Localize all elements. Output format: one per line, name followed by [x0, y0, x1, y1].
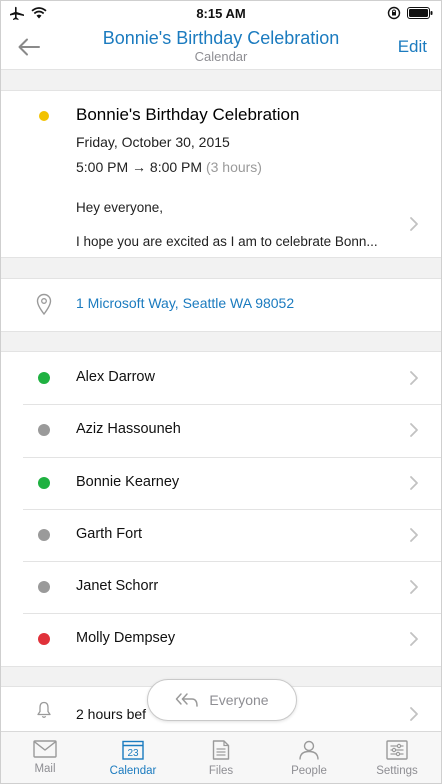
chevron-right-icon	[410, 423, 418, 438]
attendee-row[interactable]: Janet Schorr	[1, 561, 441, 614]
mail-icon	[33, 740, 57, 758]
attendee-row[interactable]: Bonnie Kearney	[1, 456, 441, 509]
airplane-mode-icon	[10, 6, 24, 20]
status-left	[9, 6, 47, 20]
event-body-greeting: Hey everyone,	[76, 200, 164, 215]
attendee-name: Garth Fort	[76, 525, 143, 542]
response-status-dot	[38, 476, 50, 489]
status-time: 8:15 AM	[196, 5, 246, 21]
location-row[interactable]: 1 Microsoft Way, Seattle WA 98052	[1, 279, 441, 331]
attendee-name: Bonnie Kearney	[76, 473, 180, 490]
status-right	[387, 6, 433, 20]
event-time: 5:00 PM → 8:00 PM (3 hours)	[76, 159, 262, 175]
tab-label: Calendar	[109, 765, 157, 777]
bell-icon	[37, 701, 51, 718]
battery-icon	[407, 7, 433, 19]
attendee-row[interactable]: Molly Dempsey	[1, 613, 441, 666]
reply-all-icon	[176, 693, 199, 707]
status-bar: 8:15 AM	[1, 1, 441, 25]
tab-mail[interactable]: Mail	[1, 732, 89, 783]
attendee-name: Janet Schorr	[76, 578, 159, 595]
event-time-range: 5:00 PM → 8:00 PM	[76, 159, 203, 175]
section-divider	[1, 331, 441, 352]
attendee-list: Alex Darrow Aziz Hassouneh Bonnie Kearne…	[1, 352, 441, 666]
page-subtitle: Calendar	[194, 49, 248, 64]
people-icon	[299, 740, 319, 760]
response-status-dot	[38, 372, 50, 384]
arrow-left-icon	[18, 38, 40, 56]
calendar-icon-date: 23	[127, 748, 139, 759]
response-status-dot	[38, 528, 50, 541]
location-link[interactable]: 1 Microsoft Way, Seattle WA 98052	[76, 295, 294, 311]
tab-label: Mail	[34, 763, 56, 775]
chevron-right-icon	[410, 371, 418, 385]
reply-all-label: Everyone	[209, 692, 269, 708]
reminder-text: 2 hours bef	[76, 706, 147, 722]
chevron-right-icon	[410, 475, 418, 490]
attendee-row[interactable]: Aziz Hassouneh	[1, 404, 441, 457]
response-status-dot	[38, 633, 50, 646]
tab-settings[interactable]: Settings	[353, 732, 441, 783]
tab-bar: Mail 23 Calendar Files People Settings	[1, 731, 441, 783]
back-button[interactable]	[15, 33, 43, 61]
tab-label: Settings	[376, 765, 418, 777]
event-details-card[interactable]: Bonnie's Birthday Celebration Friday, Oc…	[1, 91, 441, 257]
chevron-right-icon	[410, 527, 418, 542]
orientation-lock-icon	[387, 6, 401, 20]
chevron-right-icon	[410, 707, 418, 721]
section-divider	[1, 69, 441, 91]
chevron-right-icon	[410, 632, 418, 647]
event-body-preview: I hope you are excited as I am to celebr…	[76, 234, 378, 249]
wifi-icon	[31, 7, 47, 19]
section-divider	[1, 257, 441, 279]
attendee-name: Molly Dempsey	[76, 630, 176, 647]
attendee-name: Aziz Hassouneh	[76, 421, 181, 438]
chevron-right-icon	[410, 217, 418, 231]
tab-label: Files	[208, 765, 234, 777]
event-color-dot	[39, 111, 49, 121]
tab-files[interactable]: Files	[177, 732, 265, 783]
response-status-dot	[38, 581, 50, 594]
page-title: Bonnie's Birthday Celebration	[102, 28, 340, 48]
files-icon	[212, 740, 230, 760]
event-date: Friday, October 30, 2015	[76, 134, 230, 150]
edit-button[interactable]: Edit	[398, 37, 427, 57]
nav-bar: Bonnie's Birthday Celebration Calendar E…	[1, 25, 441, 69]
reply-all-button[interactable]: Everyone	[147, 679, 297, 721]
attendee-row[interactable]: Garth Fort	[1, 508, 441, 562]
location-pin-icon	[36, 293, 52, 315]
tab-people[interactable]: People	[265, 732, 353, 783]
tab-calendar[interactable]: 23 Calendar	[89, 732, 177, 783]
event-duration: (3 hours)	[205, 159, 262, 175]
attendee-row[interactable]: Alex Darrow	[1, 352, 441, 405]
chevron-right-icon	[410, 580, 418, 595]
response-status-dot	[38, 424, 50, 437]
event-title: Bonnie's Birthday Celebration	[76, 105, 300, 124]
settings-icon	[386, 740, 408, 760]
attendee-name: Alex Darrow	[76, 369, 155, 385]
tab-label: People	[291, 765, 327, 777]
